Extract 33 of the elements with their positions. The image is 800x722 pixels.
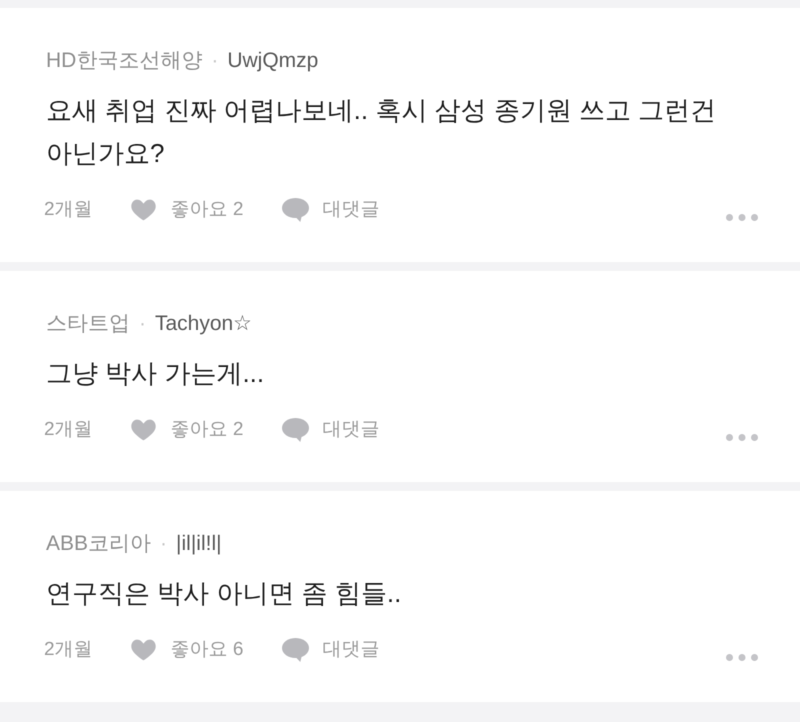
more-button[interactable] <box>726 434 758 440</box>
company-name: ABB코리아 <box>46 531 152 557</box>
like-button[interactable]: 좋아요 2 <box>130 196 244 224</box>
time-label: 2개월 <box>44 638 93 662</box>
heart-icon <box>130 199 156 221</box>
author-name: |il|il!l| <box>176 531 222 557</box>
company-name: HD한국조선해양 <box>46 48 202 74</box>
speech-bubble-icon <box>282 418 310 442</box>
reply-button[interactable]: 대댓글 <box>282 416 380 444</box>
more-icon <box>726 434 758 440</box>
author-name: UwjQmzp <box>227 48 318 74</box>
comment-text: 요새 취업 진짜 어렵나보네.. 혹시 삼성 종기원 쓰고 그런건 아닌가요? <box>46 94 718 170</box>
like-button[interactable]: 좋아요 6 <box>130 636 244 664</box>
more-icon <box>726 654 758 660</box>
speech-bubble-icon <box>282 198 310 222</box>
heart-icon <box>130 639 156 661</box>
separator-dot: · <box>211 48 218 74</box>
separator-dot: · <box>139 311 146 337</box>
more-icon <box>726 214 758 220</box>
speech-bubble-icon <box>282 638 310 662</box>
reply-button[interactable]: 대댓글 <box>282 196 380 224</box>
like-button[interactable]: 좋아요 2 <box>130 416 244 444</box>
separator-dot: · <box>160 531 168 557</box>
time-label: 2개월 <box>44 198 93 222</box>
time-label: 2개월 <box>44 418 93 442</box>
more-button[interactable] <box>726 214 758 220</box>
company-name: 스타트업 <box>46 311 130 337</box>
comment-text: 연구직은 박사 아니면 좀 힘들.. <box>46 577 402 610</box>
reply-button[interactable]: 대댓글 <box>282 636 380 664</box>
author-name: Tachyon☆ <box>155 311 252 337</box>
heart-icon <box>130 419 156 441</box>
more-button[interactable] <box>726 654 758 660</box>
comment-text: 그냥 박사 가는게... <box>46 357 266 390</box>
